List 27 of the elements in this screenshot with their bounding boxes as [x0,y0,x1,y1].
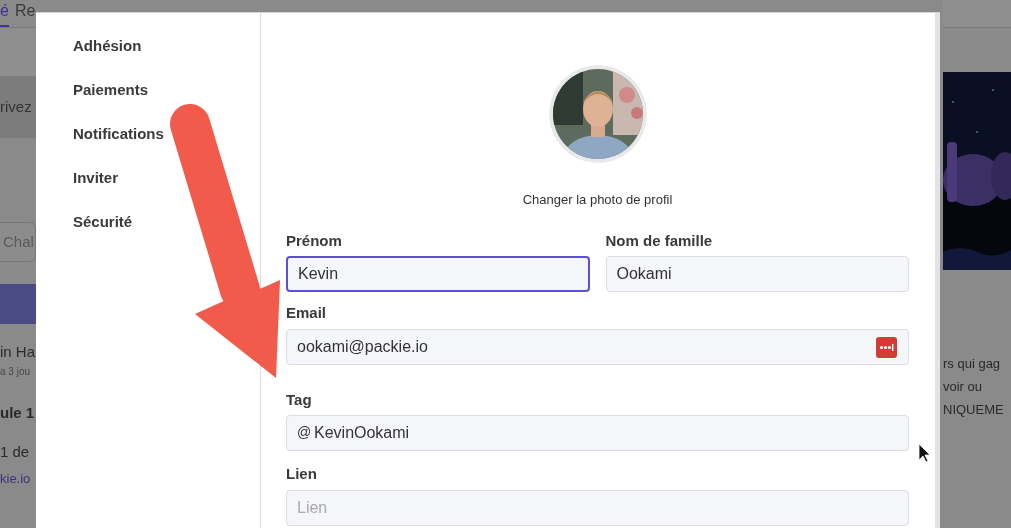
author-name: in Ha [0,342,36,362]
page-banner [0,28,36,76]
body-text: voir ou [943,378,984,396]
field-label: Prénom [286,230,342,251]
menu-item[interactable]: Paiements [73,79,149,101]
field-label: Lien [286,464,317,484]
cursor-icon [918,443,931,463]
menu-item[interactable]: Sécurité [73,211,133,233]
password-manager-icon[interactable] [876,336,897,358]
field-label: Email [286,303,327,323]
input-field[interactable]: Lien [286,489,909,526]
post-time: a 3 jou [0,365,32,379]
change-photo-link[interactable]: Changer la photo de profil [522,190,673,210]
menu-item[interactable]: Adhésion [73,35,142,57]
field-label: Nom de famille [605,230,713,251]
post-heading: ule 1 [0,403,36,423]
input-field[interactable]: ookami@packie.io [286,328,909,365]
intro-text: rivez [0,96,32,117]
body-text: rs qui gag [943,355,1002,373]
field-label: Tag [286,389,312,410]
input-field[interactable]: Kevin [286,256,590,292]
input-field[interactable]: Ookami [605,256,909,292]
menu-item[interactable]: Notifications [73,123,164,145]
body-text: NIQUEME [943,401,1005,419]
at-prefix: @ [297,424,312,440]
body-text: 1 de [0,441,31,462]
menu-item[interactable]: Inviter [73,167,118,189]
